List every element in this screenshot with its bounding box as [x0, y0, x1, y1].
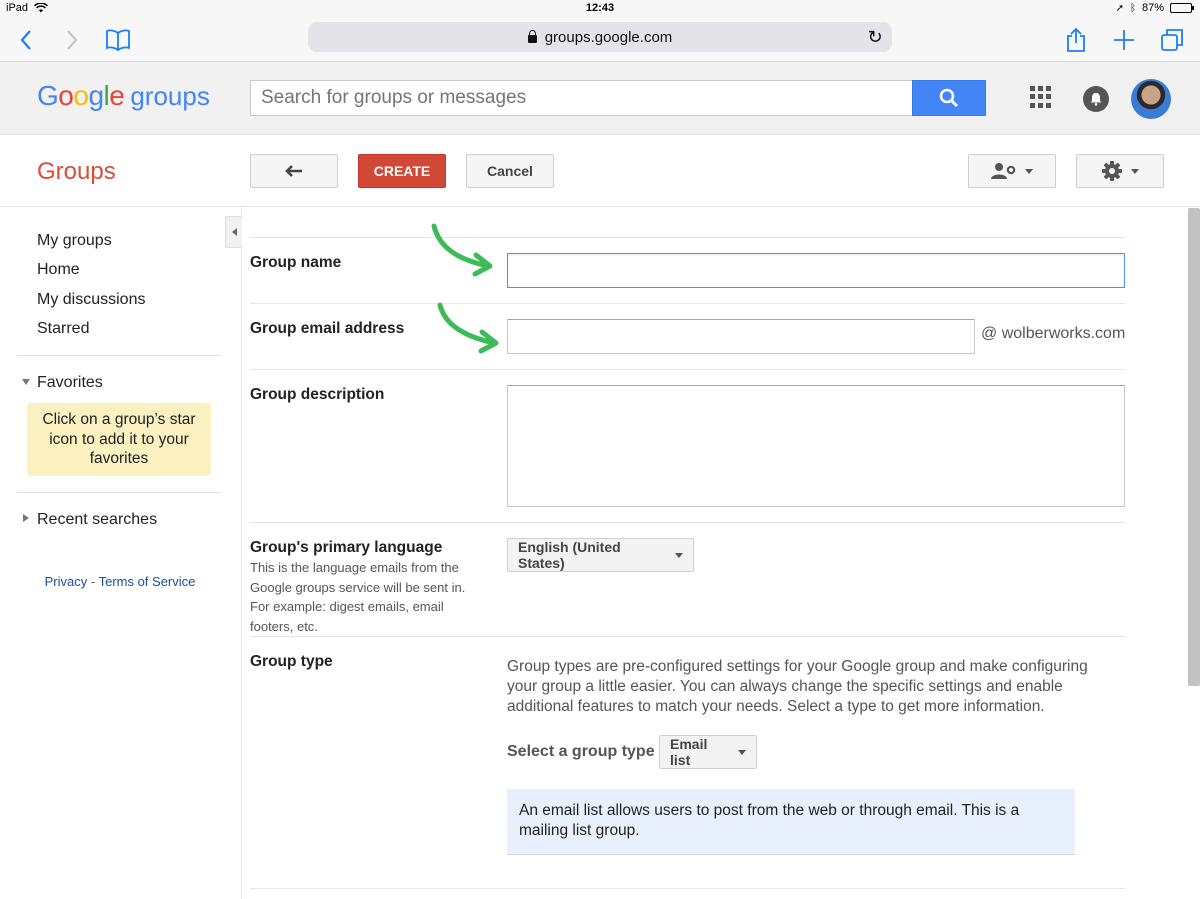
group-type-select-value: Email list [670, 736, 708, 768]
email-domain-suffix: @ wolberworks.com [981, 325, 1126, 342]
privacy-link[interactable]: Privacy [45, 574, 88, 589]
sidebar-item-recent-searches[interactable]: Recent searches [37, 511, 157, 529]
forward-icon[interactable] [58, 26, 86, 54]
group-description-label: Group description [250, 386, 385, 403]
cancel-button[interactable]: Cancel [466, 154, 554, 188]
chevron-down-icon [1025, 168, 1033, 174]
annotation-arrow-icon [431, 223, 493, 277]
url-text: groups.google.com [544, 28, 673, 46]
group-type-description: Group types are pre-configured settings … [507, 658, 1088, 715]
sidebar-item-home[interactable]: Home [37, 261, 80, 279]
bookmarks-icon[interactable] [104, 26, 132, 54]
divider [17, 492, 221, 493]
settings-button[interactable] [1076, 154, 1164, 188]
group-email-input[interactable] [507, 319, 975, 354]
expand-down-icon[interactable] [22, 379, 30, 385]
new-tab-icon[interactable] [1110, 26, 1138, 54]
search-button[interactable] [912, 80, 986, 116]
group-description-textarea[interactable] [507, 385, 1125, 507]
chevron-down-icon [675, 552, 683, 558]
battery-icon [1170, 3, 1194, 13]
footer-links: Privacy - Terms of Service [0, 574, 240, 589]
chevron-down-icon [738, 749, 746, 755]
link-separator: - [90, 574, 96, 589]
clock: 12:43 [585, 2, 615, 14]
location-icon: ➚ [1115, 2, 1124, 14]
account-avatar[interactable] [1131, 79, 1171, 119]
search-input[interactable] [250, 80, 913, 116]
group-type-info: An email list allows users to post from … [507, 789, 1075, 855]
manage-members-button[interactable] [968, 154, 1056, 188]
sidebar-item-favorites[interactable]: Favorites [37, 374, 103, 392]
divider [250, 303, 1125, 304]
notifications-icon[interactable] [1083, 86, 1109, 112]
primary-language-hint: This is the language emails from the Goo… [250, 560, 466, 634]
scrollbar[interactable] [1188, 208, 1200, 686]
ios-status-bar: iPad 12:43 ➚ ᛒ 87% [0, 0, 1200, 18]
annotation-arrow-icon [437, 302, 499, 354]
address-bar[interactable]: groups.google.com ↻ [308, 22, 892, 52]
divider [250, 369, 1125, 370]
sidebar-item-my-groups[interactable]: My groups [37, 232, 112, 250]
share-icon[interactable] [1062, 26, 1090, 54]
divider [250, 522, 1125, 523]
language-select[interactable]: English (United States) [507, 538, 694, 572]
primary-language-label: Group's primary language [250, 539, 443, 556]
tabs-icon[interactable] [1158, 26, 1186, 54]
back-arrow-icon [285, 165, 302, 177]
sidebar-item-my-discussions[interactable]: My discussions [37, 291, 145, 309]
terms-link[interactable]: Terms of Service [99, 574, 196, 589]
sidebar: My groups Home My discussions Starred Fa… [0, 207, 242, 899]
divider [250, 636, 1125, 637]
chevron-down-icon [1131, 168, 1139, 174]
select-group-type-label: Select a group type [507, 743, 655, 760]
create-button[interactable]: CREATE [358, 154, 446, 188]
group-name-label: Group name [250, 254, 342, 271]
app-header: Google groups [0, 62, 1200, 135]
group-type-select[interactable]: Email list [659, 735, 757, 769]
back-button[interactable] [250, 154, 338, 188]
google-groups-logo[interactable]: Google groups [37, 80, 210, 112]
group-email-label: Group email address [250, 320, 405, 337]
group-type-label: Group type [250, 653, 333, 670]
people-settings-icon [991, 163, 1016, 179]
favorites-tip: Click on a group’s star icon to add it t… [27, 403, 211, 476]
gear-icon [1102, 161, 1122, 181]
search-icon [939, 88, 959, 108]
bluetooth-icon: ᛒ [1129, 2, 1136, 14]
expand-right-icon[interactable] [23, 514, 29, 522]
browser-toolbar: groups.google.com ↻ [0, 18, 1200, 62]
divider [17, 355, 221, 356]
divider [250, 888, 1125, 889]
sidebar-item-starred[interactable]: Starred [37, 320, 89, 338]
lock-icon [527, 30, 537, 43]
group-name-input[interactable] [507, 253, 1125, 288]
language-select-value: English (United States) [518, 539, 621, 571]
collapse-sidebar-button[interactable] [225, 216, 242, 248]
apps-grid-icon[interactable] [1030, 86, 1052, 108]
back-icon[interactable] [12, 26, 40, 54]
divider [250, 237, 1125, 238]
battery-percent: 87% [1141, 2, 1164, 14]
reload-icon[interactable]: ↻ [864, 26, 886, 48]
section-title: Groups [37, 158, 116, 185]
collapse-left-icon [231, 228, 237, 236]
